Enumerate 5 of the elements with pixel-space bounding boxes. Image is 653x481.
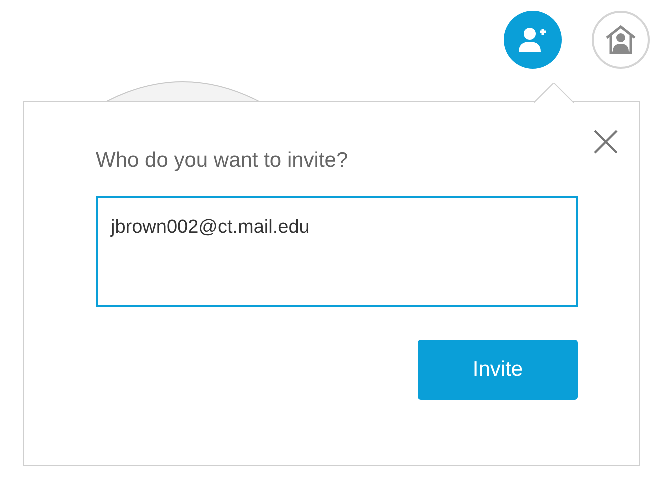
email-field[interactable]: jbrown002@ct.mail.edu: [96, 196, 578, 307]
house-person-icon: [604, 24, 638, 56]
add-user-icon: [518, 26, 548, 54]
close-icon: [593, 129, 619, 155]
invite-heading: Who do you want to invite?: [96, 148, 350, 174]
